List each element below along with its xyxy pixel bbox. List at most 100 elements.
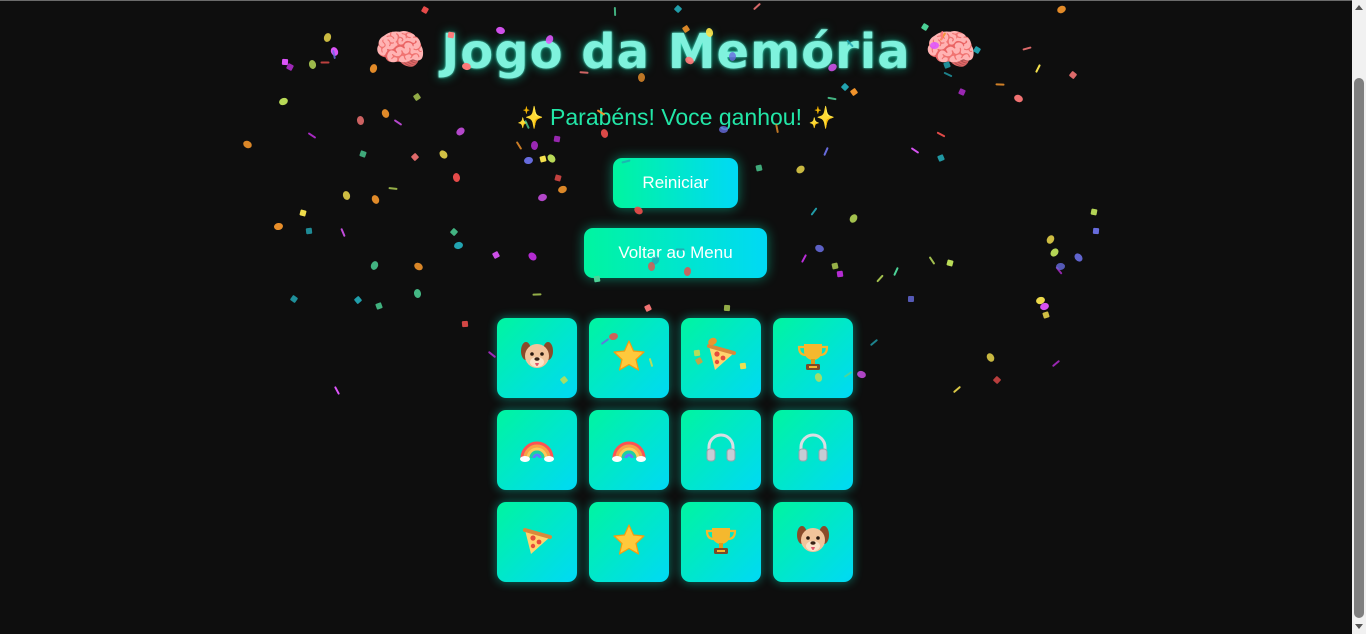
confetti-piece xyxy=(849,88,859,97)
confetti-piece xyxy=(892,266,899,277)
confetti-piece xyxy=(800,254,807,264)
confetti-piece xyxy=(412,261,424,273)
confetti-piece xyxy=(1044,234,1056,246)
confetti-piece xyxy=(289,294,298,304)
confetti-piece xyxy=(241,139,253,150)
confetti-piece xyxy=(1052,359,1061,368)
confetti-piece xyxy=(353,296,363,305)
confetti-piece xyxy=(369,259,380,271)
confetti-piece xyxy=(421,5,430,14)
confetti-piece xyxy=(487,350,496,358)
brain-icon: 🧠 xyxy=(374,25,428,74)
confetti-piece xyxy=(462,321,469,328)
confetti-piece xyxy=(557,184,569,195)
confetti-piece xyxy=(1048,247,1061,259)
confetti-piece xyxy=(724,304,731,311)
confetti-piece xyxy=(554,174,562,183)
star-icon xyxy=(611,522,647,562)
confetti-piece xyxy=(1092,227,1100,235)
confetti-piece xyxy=(1038,301,1050,311)
confetti-piece xyxy=(527,251,539,263)
memory-card[interactable] xyxy=(589,410,669,490)
restart-button[interactable]: Reiniciar xyxy=(613,158,738,208)
confetti-piece xyxy=(952,385,962,394)
page-title-text: Jogo da Memória xyxy=(441,24,911,80)
confetti-piece xyxy=(928,256,936,265)
rainbow-icon xyxy=(519,430,555,470)
confetti-piece xyxy=(1072,251,1085,263)
confetti-piece xyxy=(1090,208,1098,216)
confetti-piece xyxy=(957,87,966,96)
dog-face-icon xyxy=(519,338,555,378)
confetti-piece xyxy=(449,227,459,237)
confetti-piece xyxy=(523,156,534,165)
back-to-menu-button[interactable]: Voltar ao Menu xyxy=(584,228,767,278)
confetti-piece xyxy=(453,240,465,250)
star-icon xyxy=(611,338,647,378)
scroll-up-arrow-icon[interactable] xyxy=(1352,0,1366,14)
confetti-piece xyxy=(545,152,558,165)
trophy-icon xyxy=(703,522,739,562)
confetti-piece xyxy=(539,155,547,163)
confetti-piece xyxy=(907,296,914,303)
memory-card[interactable] xyxy=(773,502,853,582)
confetti-piece xyxy=(299,209,307,217)
confetti-piece xyxy=(936,131,946,138)
confetti-piece xyxy=(388,186,398,191)
confetti-piece xyxy=(936,153,945,162)
dog-face-icon xyxy=(795,522,831,562)
memory-card[interactable] xyxy=(589,318,669,398)
confetti-piece xyxy=(910,147,920,154)
confetti-piece xyxy=(516,140,523,150)
memory-card[interactable] xyxy=(773,410,853,490)
sparkles-icon: ✨ xyxy=(516,105,545,130)
memory-card[interactable] xyxy=(681,318,761,398)
confetti-piece xyxy=(369,193,381,206)
win-message-text: Parabéns! Voce ganhou! xyxy=(550,104,802,130)
confetti-piece xyxy=(836,270,844,277)
confetti-piece xyxy=(847,213,859,225)
confetti-piece xyxy=(946,259,954,267)
confetti-piece xyxy=(451,172,461,183)
confetti-piece xyxy=(869,338,878,347)
memory-card[interactable] xyxy=(681,410,761,490)
pizza-icon xyxy=(703,338,739,378)
brain-icon: 🧠 xyxy=(924,25,978,74)
memory-card[interactable] xyxy=(589,502,669,582)
page-title: 🧠 Jogo da Memória 🧠 xyxy=(0,24,1352,80)
confetti-piece xyxy=(438,148,450,160)
memory-card[interactable] xyxy=(497,502,577,582)
pizza-icon xyxy=(519,522,555,562)
memory-card[interactable] xyxy=(497,318,577,398)
confetti-piece xyxy=(755,163,763,172)
confetti-piece xyxy=(339,228,346,238)
game-page: 🧠 Jogo da Memória 🧠 ✨ Parabéns! Voce ganhou… xyxy=(0,0,1352,634)
confetti-piece xyxy=(992,375,1001,384)
confetti-piece xyxy=(530,140,538,150)
memory-card[interactable] xyxy=(497,410,577,490)
confetti-piece xyxy=(814,243,825,254)
memory-card[interactable] xyxy=(773,318,853,398)
confetti-piece xyxy=(810,207,818,216)
confetti-piece xyxy=(413,288,423,299)
confetti-piece xyxy=(341,190,352,201)
confetti-piece xyxy=(995,83,1005,86)
confetti-piece xyxy=(532,293,542,296)
confetti-piece xyxy=(614,6,617,16)
memory-card[interactable] xyxy=(681,502,761,582)
confetti-piece xyxy=(876,274,885,283)
sparkles-icon: ✨ xyxy=(807,105,836,130)
scrollbar-thumb[interactable] xyxy=(1354,78,1364,618)
confetti-piece xyxy=(305,227,312,235)
confetti-piece xyxy=(553,135,561,143)
confetti-piece xyxy=(359,149,368,158)
window-top-border xyxy=(0,0,1352,1)
confetti-piece xyxy=(492,250,501,259)
rainbow-icon xyxy=(611,430,647,470)
confetti-piece xyxy=(334,385,340,395)
confetti-piece xyxy=(1013,93,1025,105)
confetti-piece xyxy=(826,96,837,101)
confetti-piece xyxy=(1055,266,1063,275)
scroll-down-arrow-icon[interactable] xyxy=(1352,620,1366,634)
vertical-scrollbar[interactable] xyxy=(1352,0,1366,634)
